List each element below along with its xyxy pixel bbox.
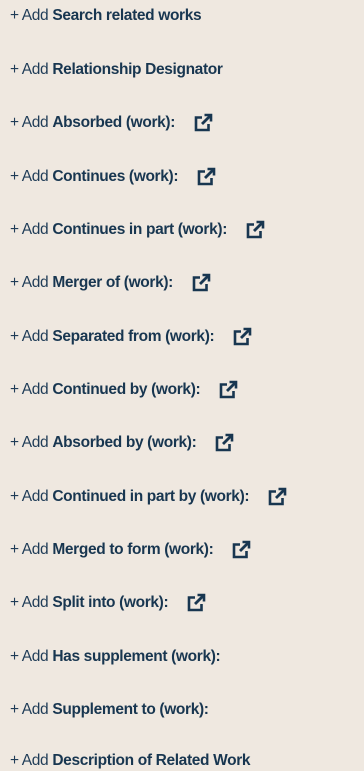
add-search-related-works[interactable]: + Add Search related works [10,5,202,27]
add-split-into-work[interactable]: + Add Split into (work): [10,592,206,614]
add-item-label: Description of Related Work [52,752,251,769]
add-prefix: + Add [10,381,49,398]
add-item-label: Absorbed by (work): [52,434,197,451]
add-item-label: Has supplement (work): [52,648,221,665]
add-prefix: + Add [10,594,49,611]
add-prefix: + Add [10,752,49,769]
external-link-icon[interactable] [214,433,234,453]
external-link-icon[interactable] [231,540,251,560]
add-item-label: Split into (work): [52,594,169,611]
add-relationship-panel: + Add Search related works + Add Relatio… [0,0,364,771]
external-link-icon[interactable] [245,220,265,240]
add-prefix: + Add [10,7,49,24]
add-prefix: + Add [10,168,49,185]
add-item-label: Relationship Designator [52,61,223,78]
external-link-icon[interactable] [232,327,252,347]
external-link-icon[interactable] [267,487,287,507]
add-prefix: + Add [10,434,49,451]
add-supplement-to-work[interactable]: + Add Supplement to (work): [10,699,209,721]
add-item-label: Merger of (work): [52,274,173,291]
add-continues-work[interactable]: + Add Continues (work): [10,166,216,188]
external-link-icon[interactable] [218,380,238,400]
external-link-icon[interactable] [196,167,216,187]
add-item-label: Continues (work): [52,168,179,185]
add-prefix: + Add [10,274,49,291]
add-continued-by-work[interactable]: + Add Continued by (work): [10,379,238,401]
external-link-icon[interactable] [191,273,211,293]
add-item-label: Merged to form (work): [52,541,214,558]
add-prefix: + Add [10,114,49,131]
add-prefix: + Add [10,328,49,345]
add-continues-in-part-work[interactable]: + Add Continues in part (work): [10,219,265,241]
add-absorbed-work[interactable]: + Add Absorbed (work): [10,112,213,134]
add-merger-of-work[interactable]: + Add Merger of (work): [10,272,211,294]
add-merged-to-form-work[interactable]: + Add Merged to form (work): [10,539,251,561]
add-item-label: Search related works [52,7,202,24]
add-continued-in-part-by-work[interactable]: + Add Continued in part by (work): [10,486,287,508]
add-prefix: + Add [10,648,49,665]
add-prefix: + Add [10,541,49,558]
add-item-label: Continued by (work): [52,381,201,398]
add-has-supplement-work[interactable]: + Add Has supplement (work): [10,646,221,668]
add-item-label: Absorbed (work): [52,114,176,131]
add-prefix: + Add [10,61,49,78]
add-item-label: Supplement to (work): [52,701,209,718]
add-relationship-designator[interactable]: + Add Relationship Designator [10,59,223,81]
add-prefix: + Add [10,488,49,505]
add-item-label: Continued in part by (work): [52,488,250,505]
add-description-of-related-work[interactable]: + Add Description of Related Work [10,750,251,771]
add-item-label: Continues in part (work): [52,221,228,238]
external-link-icon[interactable] [193,113,213,133]
add-prefix: + Add [10,221,49,238]
external-link-icon[interactable] [186,593,206,613]
add-item-label: Separated from (work): [52,328,215,345]
add-separated-from-work[interactable]: + Add Separated from (work): [10,326,252,348]
add-absorbed-by-work[interactable]: + Add Absorbed by (work): [10,432,234,454]
add-prefix: + Add [10,701,49,718]
